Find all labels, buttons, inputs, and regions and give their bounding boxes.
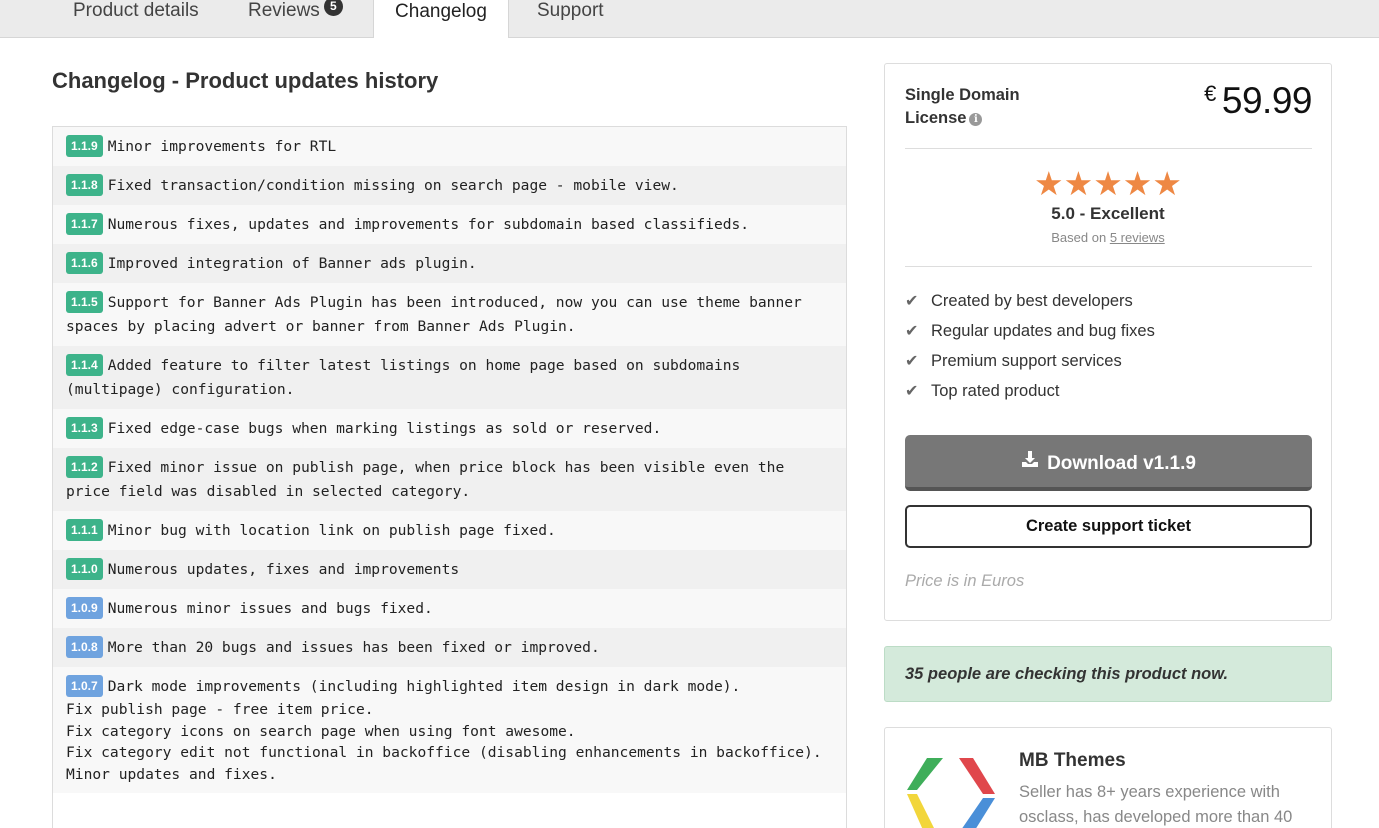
check-icon: ✔ (905, 323, 919, 340)
star-icon: ★ (1063, 165, 1094, 202)
changelog-text: Added feature to filter latest listings … (66, 357, 741, 398)
price-note: Price is in Euros (905, 572, 1025, 590)
version-badge: 1.1.6 (66, 252, 103, 274)
changelog-text: Minor bug with location link on publish … (107, 522, 556, 539)
changelog-text: Support for Banner Ads Plugin has been i… (66, 294, 802, 335)
feature-list: ✔ Created by best developers ✔ Regular upda… (905, 288, 1155, 408)
feature-text: Premium support services (931, 352, 1122, 370)
version-badge: 1.1.2 (66, 456, 103, 478)
tab-changelog[interactable]: Changelog (373, 0, 509, 38)
viewers-alert: 35 people are checking this product now. (884, 646, 1332, 702)
feature-item: ✔ Premium support services (905, 348, 1155, 378)
version-badge: 1.1.3 (66, 417, 103, 439)
based-on-reviews: Based on 5 reviews (885, 230, 1331, 245)
price-value: 59.99 (1221, 80, 1313, 121)
check-icon: ✔ (905, 293, 919, 310)
tab-reviews[interactable]: Reviews 5 (248, 0, 343, 38)
changelog-text: More than 20 bugs and issues has been fi… (107, 639, 600, 656)
purchase-card: Single Domain License i €59.99 ★★★★★ 5.0 … (884, 63, 1332, 621)
page-title: Changelog - Product updates history (52, 68, 439, 93)
tab-label: Changelog (395, 1, 487, 22)
changelog-row: 1.1.7 Numerous fixes, updates and improve… (53, 205, 846, 244)
feature-text: Regular updates and bug fixes (931, 322, 1155, 340)
changelog-text: Improved integration of Banner ads plugi… (107, 255, 477, 272)
download-button[interactable]: Download v1.1.9 (905, 435, 1312, 491)
feature-item: ✔ Created by best developers (905, 288, 1155, 318)
star-rating: ★★★★★ (885, 164, 1331, 203)
feature-text: Created by best developers (931, 292, 1133, 310)
changelog-row: 1.0.8 More than 20 bugs and issues has be… (53, 628, 846, 667)
changelog-row: 1.1.6 Improved integration of Banner ads … (53, 244, 846, 283)
changelog-text: Numerous fixes, updates and improvements… (107, 216, 750, 233)
check-icon: ✔ (905, 353, 919, 370)
feature-item: ✔ Top rated product (905, 378, 1155, 408)
changelog-extra-line: Minor updates and fixes. (66, 766, 277, 784)
changelog-list[interactable]: 1.1.9 Minor improvements for RTL 1.1.8 Fixe… (52, 126, 847, 828)
changelog-text: Minor improvements for RTL (107, 138, 337, 155)
changelog-row: 1.1.9 Minor improvements for RTL (53, 127, 846, 166)
version-badge: 1.1.4 (66, 354, 103, 376)
check-icon: ✔ (905, 383, 919, 400)
changelog-extra-line: Fix publish page - free item price. (66, 701, 374, 718)
version-badge: 1.1.9 (66, 135, 103, 157)
changelog-row: 1.1.2 Fixed minor issue on publish page, … (53, 448, 846, 511)
changelog-text: Numerous minor issues and bugs fixed. (107, 600, 433, 617)
reviews-count-badge: 5 (323, 0, 343, 16)
star-icon: ★ (1034, 165, 1064, 202)
tab-label: Support (537, 0, 604, 21)
changelog-row: 1.0.9 Numerous minor issues and bugs fixe… (53, 589, 846, 628)
product-tabs: Product details Reviews 5 Changelog Suppo… (0, 0, 1379, 38)
divider (905, 266, 1312, 267)
version-badge: 1.1.7 (66, 213, 103, 235)
create-support-ticket-button[interactable]: Create support ticket (905, 505, 1312, 548)
star-icon: ★ (1093, 165, 1123, 202)
tab-support[interactable]: Support (537, 0, 604, 38)
changelog-extra-line: Fix category icons on search page when u… (66, 722, 576, 740)
tab-product-details[interactable]: Product details (73, 0, 199, 38)
version-badge: 1.1.8 (66, 174, 103, 196)
license-label-text: Single Domain License (905, 86, 1020, 127)
changelog-text: Fixed edge-case bugs when marking listin… (107, 420, 662, 437)
changelog-text: Fixed minor issue on publish page, when … (66, 459, 785, 500)
feature-item: ✔ Regular updates and bug fixes (905, 318, 1155, 348)
changelog-row: 1.0.7 Dark mode improvements (including h… (53, 667, 846, 793)
changelog-text: Numerous updates, fixes and improvements (107, 561, 460, 578)
price: €59.99 (1204, 80, 1312, 122)
changelog-row: 1.1.1 Minor bug with location link on pub… (53, 511, 846, 550)
changelog-extra-line: Fix category edit not functional in back… (66, 744, 822, 762)
version-badge: 1.1.1 (66, 519, 103, 541)
seller-logo (907, 758, 999, 828)
reviews-link[interactable]: 5 reviews (1110, 230, 1165, 245)
version-badge: 1.1.5 (66, 291, 103, 313)
changelog-row: 1.1.8 Fixed transaction/condition missing… (53, 166, 846, 205)
feature-text: Top rated product (931, 382, 1060, 400)
changelog-text: Dark mode improvements (including highli… (107, 678, 741, 695)
changelog-row: 1.1.0 Numerous updates, fixes and improve… (53, 550, 846, 589)
info-icon[interactable]: i (969, 113, 983, 126)
seller-card: MB Themes Seller has 8+ years experience… (884, 727, 1332, 828)
version-badge: 1.1.0 (66, 558, 103, 580)
version-badge: 1.0.8 (66, 636, 103, 658)
seller-name[interactable]: MB Themes (1019, 750, 1126, 772)
seller-description: Seller has 8+ years experience with oscl… (1019, 783, 1293, 826)
license-label: Single Domain License i (905, 84, 1055, 130)
star-icon: ★ (1152, 165, 1182, 202)
currency-symbol: € (1204, 81, 1216, 106)
divider (905, 148, 1312, 149)
star-icon: ★ (1122, 165, 1153, 202)
download-label: Download v1.1.9 (1047, 453, 1196, 474)
download-icon (1021, 435, 1039, 489)
changelog-row: 1.1.5 Support for Banner Ads Plugin has b… (53, 283, 846, 346)
changelog-text: Fixed transaction/condition missing on s… (107, 177, 679, 194)
version-badge: 1.0.7 (66, 675, 103, 697)
version-badge: 1.0.9 (66, 597, 103, 619)
tab-label: Product details (73, 0, 199, 21)
changelog-row: 1.1.4 Added feature to filter latest list… (53, 346, 846, 409)
changelog-row: 1.1.3 Fixed edge-case bugs when marking l… (53, 409, 846, 448)
rating-text: 5.0 - Excellent (1051, 204, 1165, 223)
based-prefix: Based on (1051, 230, 1107, 245)
tab-label: Reviews (248, 0, 320, 21)
